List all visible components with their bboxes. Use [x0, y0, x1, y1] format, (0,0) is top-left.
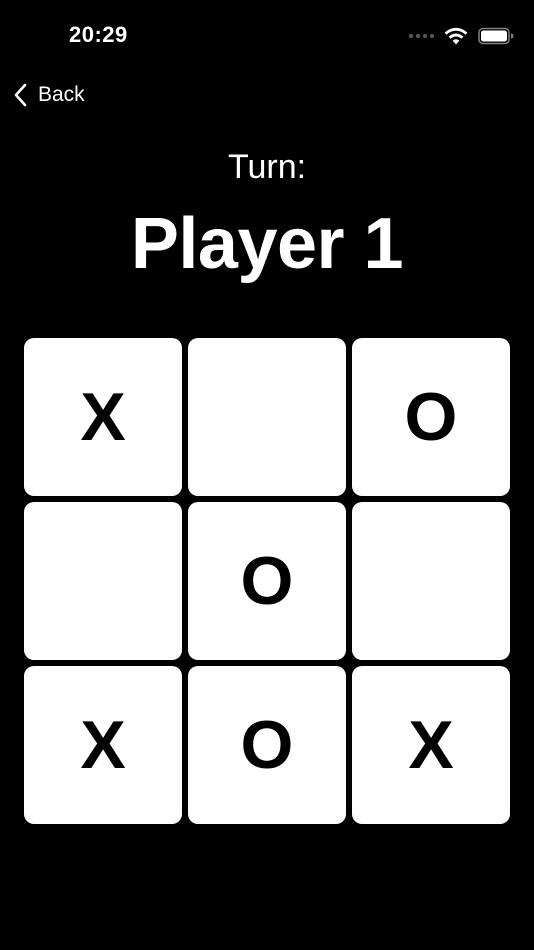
cell-mark: O	[404, 379, 458, 455]
signal-dots-icon	[409, 34, 434, 38]
board-cell-r3-c3[interactable]: X	[352, 666, 510, 824]
board-cell-r3-c2[interactable]: O	[188, 666, 346, 824]
board-cell-r2-c3[interactable]	[352, 502, 510, 660]
back-button-label: Back	[38, 83, 85, 106]
status-icons	[409, 25, 514, 47]
cell-mark: X	[80, 707, 126, 783]
battery-icon	[478, 27, 514, 45]
board-cell-r2-c2[interactable]: O	[188, 502, 346, 660]
turn-label: Turn:	[227, 148, 307, 186]
chevron-left-icon	[14, 83, 27, 107]
game-board: X O O X O X	[24, 338, 510, 824]
current-player: Player 1	[130, 204, 404, 284]
cell-mark: O	[240, 543, 294, 619]
board-cell-r1-c3[interactable]: O	[352, 338, 510, 496]
status-bar: 20:29	[0, 0, 534, 70]
cell-mark: O	[240, 707, 294, 783]
status-time: 20:29	[69, 22, 128, 47]
board-cell-r3-c1[interactable]: X	[24, 666, 182, 824]
board-cell-r1-c2[interactable]	[188, 338, 346, 496]
wifi-icon	[444, 27, 468, 45]
cell-mark: X	[80, 379, 126, 455]
back-button[interactable]: Back	[14, 78, 85, 112]
board-cell-r2-c1[interactable]	[24, 502, 182, 660]
board-cell-r1-c1[interactable]: X	[24, 338, 182, 496]
cell-mark: X	[408, 707, 454, 783]
